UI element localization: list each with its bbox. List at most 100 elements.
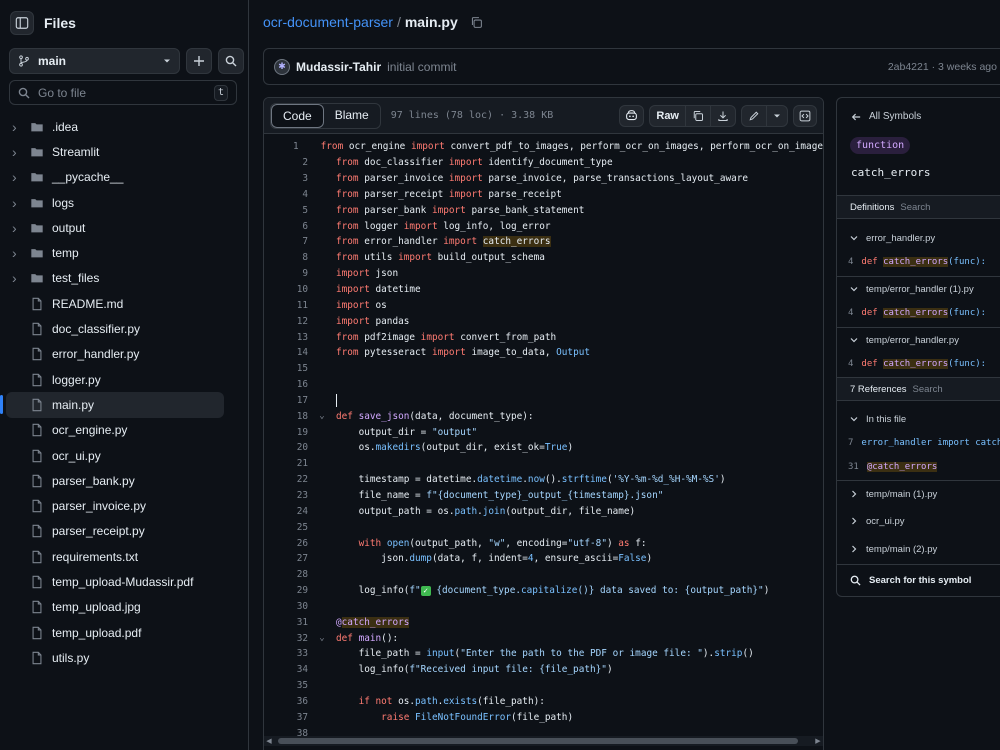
- definition-row[interactable]: 4 def catch_errors(func):: [837, 357, 1000, 371]
- code-line[interactable]: 2 from doc_classifier import identify_doc…: [264, 155, 823, 171]
- line-number[interactable]: 19: [264, 427, 308, 438]
- in-this-file-group[interactable]: In this file: [837, 412, 1000, 426]
- code-line[interactable]: 36 if not os.path.exists(file_path):: [264, 694, 823, 710]
- tab-blame[interactable]: Blame: [324, 104, 380, 128]
- line-number[interactable]: 28: [264, 569, 308, 580]
- tree-file[interactable]: temp_upload.pdf: [0, 620, 248, 645]
- raw-button[interactable]: Raw: [650, 105, 686, 126]
- tree-file[interactable]: parser_invoice.py: [0, 493, 248, 518]
- scroll-right-icon[interactable]: ▶: [813, 736, 823, 746]
- code-line[interactable]: 30: [264, 598, 823, 614]
- tree-folder[interactable]: › Streamlit: [0, 139, 248, 164]
- tab-code[interactable]: Code: [271, 103, 324, 128]
- tree-file[interactable]: main.py: [0, 392, 224, 418]
- definition-row[interactable]: 4 def catch_errors(func):: [837, 306, 1000, 320]
- code-line[interactable]: 1 from ocr_engine import convert_pdf_to_i…: [264, 139, 823, 155]
- tree-folder[interactable]: › test_files: [0, 266, 248, 291]
- tree-file[interactable]: doc_classifier.py: [0, 316, 248, 341]
- line-number[interactable]: 36: [264, 696, 308, 707]
- code-line[interactable]: 27 json.dump(data, f, indent=4, ensure_a…: [264, 551, 823, 567]
- tree-file[interactable]: README.md: [0, 291, 248, 316]
- code-line[interactable]: 15: [264, 361, 823, 377]
- line-number[interactable]: 9: [264, 268, 308, 279]
- code-line[interactable]: 28: [264, 567, 823, 583]
- code-line[interactable]: 29 log_info(f" ✓ {document_type.capitaliz…: [264, 583, 823, 599]
- reference-row[interactable]: 7 error_handler import catch_: [837, 436, 1000, 450]
- fold-chevron-icon[interactable]: ⌄: [308, 633, 336, 643]
- definition-row[interactable]: 4 def catch_errors(func):: [837, 255, 1000, 269]
- line-number[interactable]: 18: [264, 411, 308, 422]
- line-number[interactable]: 3: [264, 173, 308, 184]
- code-line[interactable]: 8 from utils import build_output_schema: [264, 250, 823, 266]
- reference-file-group[interactable]: ocr_ui.py: [837, 514, 1000, 528]
- scroll-left-icon[interactable]: ◀: [264, 736, 274, 746]
- symbols-panel-toggle[interactable]: [793, 104, 817, 127]
- line-number[interactable]: 4: [264, 189, 308, 200]
- line-number[interactable]: 27: [264, 553, 308, 564]
- horizontal-scrollbar[interactable]: ◀ ▶: [264, 736, 823, 746]
- code-line[interactable]: 10 import datetime: [264, 282, 823, 298]
- copy-raw-button[interactable]: [686, 105, 711, 126]
- code-line[interactable]: 26 with open(output_path, "w", encoding=…: [264, 535, 823, 551]
- line-number[interactable]: 14: [264, 347, 308, 358]
- code-lines[interactable]: 1 from ocr_engine import convert_pdf_to_i…: [264, 139, 823, 741]
- line-number[interactable]: 11: [264, 300, 308, 311]
- reference-file-group[interactable]: temp/main (1).py: [837, 487, 1000, 501]
- line-number[interactable]: 31: [264, 617, 308, 628]
- tree-folder[interactable]: › temp: [0, 240, 248, 265]
- line-number[interactable]: 20: [264, 442, 308, 453]
- code-line[interactable]: 24 output_path = os.path.join(output_dir…: [264, 503, 823, 519]
- code-line[interactable]: 34 log_info(f"Received input file: {file…: [264, 662, 823, 678]
- code-line[interactable]: 22 timestamp = datetime.datetime.now().s…: [264, 472, 823, 488]
- tree-file[interactable]: ocr_engine.py: [0, 418, 248, 443]
- tree-file[interactable]: utils.py: [0, 645, 248, 670]
- tree-file[interactable]: temp_upload-Mudassir.pdf: [0, 569, 248, 594]
- tree-file[interactable]: error_handler.py: [0, 342, 248, 367]
- code-line[interactable]: 25: [264, 519, 823, 535]
- code-line[interactable]: 5 from parser_bank import parse_bank_stat…: [264, 202, 823, 218]
- line-number[interactable]: 2: [264, 157, 308, 168]
- tree-file[interactable]: logger.py: [0, 367, 248, 392]
- code-line[interactable]: 9 import json: [264, 266, 823, 282]
- line-number[interactable]: 21: [264, 458, 308, 469]
- code-line[interactable]: 17: [264, 393, 823, 409]
- code-line[interactable]: 31 @catch_errors: [264, 614, 823, 630]
- commit-message[interactable]: initial commit: [387, 60, 456, 74]
- line-number[interactable]: 29: [264, 585, 308, 596]
- line-number[interactable]: 6: [264, 221, 308, 232]
- fold-chevron-icon[interactable]: ⌄: [308, 411, 336, 421]
- line-number[interactable]: 34: [264, 664, 308, 675]
- line-number[interactable]: 8: [264, 252, 308, 263]
- line-number[interactable]: 12: [264, 316, 308, 327]
- copy-path-button[interactable]: [470, 16, 483, 29]
- code-line[interactable]: 6 from logger import log_info, log_error: [264, 218, 823, 234]
- line-number[interactable]: 13: [264, 332, 308, 343]
- author-avatar[interactable]: ✱: [274, 58, 290, 75]
- code-line[interactable]: 23 file_name = f"{document_type}_output_…: [264, 488, 823, 504]
- references-search[interactable]: Search: [913, 384, 943, 395]
- download-button[interactable]: [711, 106, 735, 126]
- line-number[interactable]: 25: [264, 522, 308, 533]
- code-line[interactable]: 19 output_dir = "output": [264, 424, 823, 440]
- code-line[interactable]: 32 ⌄ def main():: [264, 630, 823, 646]
- go-to-file-input[interactable]: Go to file t: [9, 80, 237, 105]
- tree-file[interactable]: temp_upload.jpg: [0, 595, 248, 620]
- line-number[interactable]: 15: [264, 363, 308, 374]
- code-line[interactable]: 33 file_path = input("Enter the path to …: [264, 646, 823, 662]
- definitions-search[interactable]: Search: [900, 202, 930, 213]
- line-number[interactable]: 16: [264, 379, 308, 390]
- line-number[interactable]: 32: [264, 633, 308, 644]
- tree-folder[interactable]: › output: [0, 215, 248, 240]
- tree-folder[interactable]: › logs: [0, 190, 248, 215]
- line-number[interactable]: 26: [264, 538, 308, 549]
- scrollbar-thumb[interactable]: [278, 738, 798, 744]
- code-line[interactable]: 16: [264, 377, 823, 393]
- tree-folder[interactable]: › .idea: [0, 114, 248, 139]
- repo-link[interactable]: ocr-document-parser: [263, 14, 393, 30]
- code-line[interactable]: 3 from parser_invoice import parse_invoic…: [264, 171, 823, 187]
- search-files-button[interactable]: [218, 48, 244, 74]
- line-number[interactable]: 10: [264, 284, 308, 295]
- commit-author[interactable]: Mudassir-Tahir: [296, 60, 381, 74]
- definition-file-group[interactable]: temp/error_handler.py: [837, 333, 1000, 347]
- line-number[interactable]: 1: [264, 141, 299, 152]
